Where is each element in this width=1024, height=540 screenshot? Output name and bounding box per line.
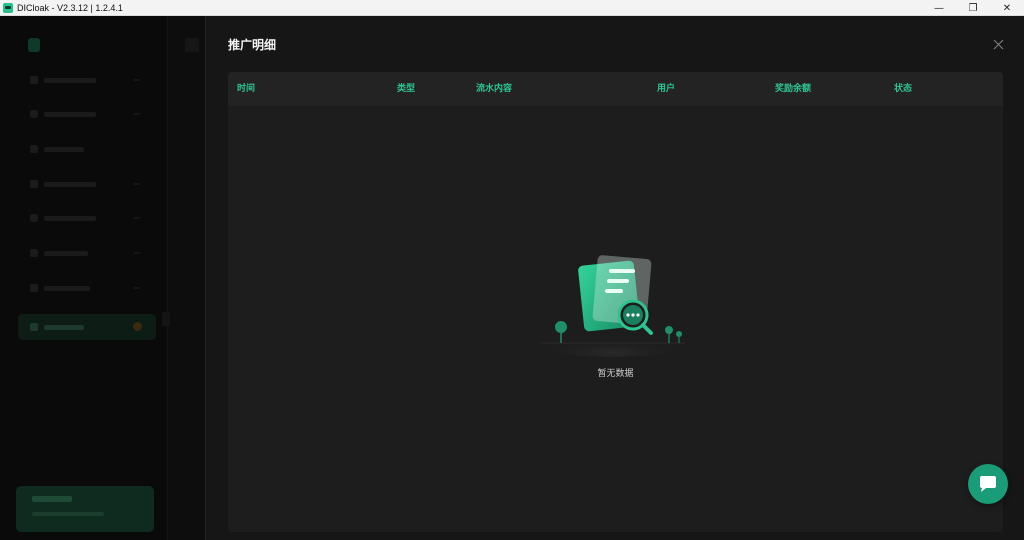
restore-button[interactable]: ❐ bbox=[956, 0, 990, 16]
window-title: DICloak - V2.3.12 | 1.2.4.1 bbox=[17, 2, 123, 13]
window-close-button[interactable]: ✕ bbox=[990, 0, 1024, 16]
window-title-bar: DICloak - V2.3.12 | 1.2.4.1 — ❐ ✕ bbox=[0, 0, 1024, 16]
background-logo bbox=[28, 38, 46, 52]
background-logo-mark bbox=[28, 38, 40, 52]
table-header: 时间 类型 流水内容 用户 奖励余额 状态 bbox=[228, 72, 1003, 106]
column-header-type[interactable]: 类型 bbox=[397, 72, 415, 106]
background-nav-item bbox=[30, 178, 140, 190]
drawer-title: 推广明细 bbox=[228, 38, 277, 52]
background-main-icon bbox=[185, 38, 199, 52]
background-promo-card bbox=[16, 486, 154, 532]
empty-document-search-icon bbox=[535, 255, 691, 357]
window-controls: — ❐ ✕ bbox=[922, 0, 1024, 16]
background-nav-item bbox=[30, 212, 140, 224]
promotion-details-drawer: 推广明细 时间 类型 流水内容 用户 奖励余额 状态 暂无数据 bbox=[205, 16, 1024, 540]
chat-button[interactable] bbox=[968, 464, 1008, 504]
background-collapse-handle bbox=[162, 312, 170, 326]
promotion-table: 时间 类型 流水内容 用户 奖励余额 状态 暂无数据 bbox=[228, 72, 1003, 532]
background-nav-item bbox=[30, 282, 140, 294]
empty-state: 暂无数据 bbox=[228, 106, 1003, 532]
close-button[interactable] bbox=[990, 36, 1006, 52]
minimize-button[interactable]: — bbox=[922, 0, 956, 16]
column-header-user[interactable]: 用户 bbox=[657, 72, 675, 106]
background-sidebar bbox=[0, 16, 168, 540]
chat-bubble-icon bbox=[980, 476, 996, 492]
background-nav-item bbox=[30, 247, 140, 259]
column-header-time[interactable]: 时间 bbox=[237, 72, 255, 106]
column-header-status[interactable]: 状态 bbox=[894, 72, 912, 106]
background-badge bbox=[133, 322, 142, 331]
background-nav-item bbox=[30, 143, 140, 155]
background-nav-item bbox=[30, 74, 140, 86]
column-header-transaction[interactable]: 流水内容 bbox=[476, 72, 512, 106]
column-header-reward-balance[interactable]: 奖励余额 bbox=[775, 72, 811, 106]
close-icon bbox=[993, 39, 1003, 49]
empty-state-text: 暂无数据 bbox=[597, 369, 634, 379]
dicloak-logo-icon bbox=[3, 2, 13, 13]
background-nav-item bbox=[30, 108, 140, 120]
